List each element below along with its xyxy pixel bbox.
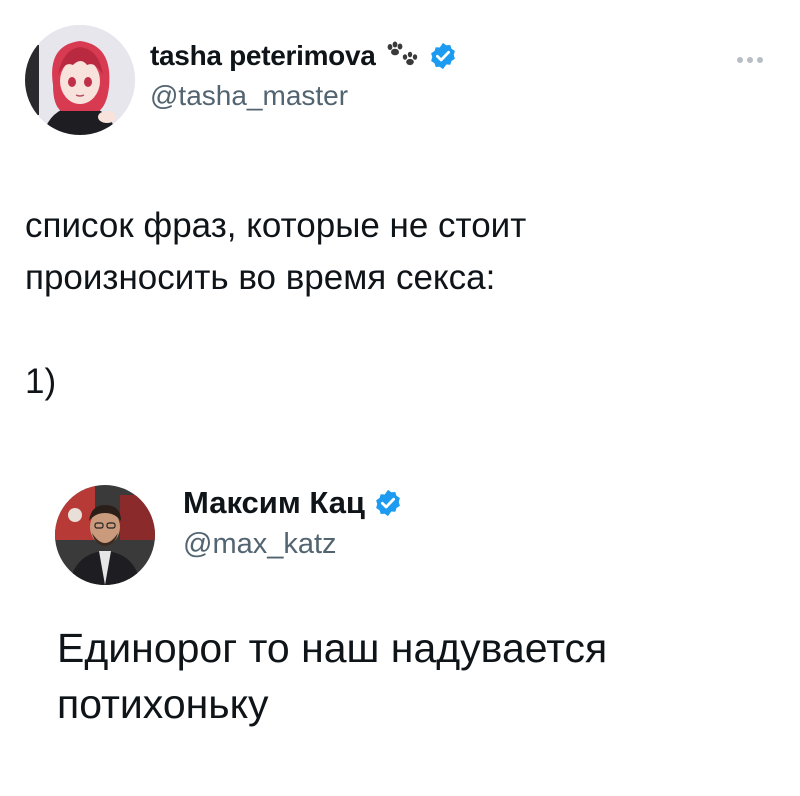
paw-prints-icon (387, 41, 417, 66)
author-avatar[interactable] (25, 25, 135, 135)
more-dot (737, 57, 743, 63)
verified-badge-icon (430, 42, 455, 70)
more-options-icon[interactable] (737, 55, 767, 65)
person-photo-image (55, 485, 155, 585)
verified-badge-icon (376, 489, 400, 517)
quoted-author-display-name[interactable]: Максим Кац (183, 485, 365, 521)
quoted-tweet-text: Единорог то наш надувается потихоньку (57, 625, 608, 727)
author-handle[interactable]: @tasha_master (150, 80, 348, 112)
author-display-name[interactable]: tasha peterimova (150, 40, 376, 72)
tweet-card: tasha peterimova @tasha_master список фр… (0, 0, 800, 796)
anime-avatar-image (25, 25, 135, 135)
more-dot (747, 57, 753, 63)
quoted-author-avatar[interactable] (55, 485, 155, 585)
quoted-author-name-row: Максим Кац (183, 485, 403, 521)
tweet-text: список фраз, которые не стоит произносит… (25, 206, 527, 401)
quoted-author-handle[interactable]: @max_katz (183, 528, 337, 561)
author-name-row: tasha peterimova (150, 40, 458, 72)
more-dot (757, 57, 763, 63)
